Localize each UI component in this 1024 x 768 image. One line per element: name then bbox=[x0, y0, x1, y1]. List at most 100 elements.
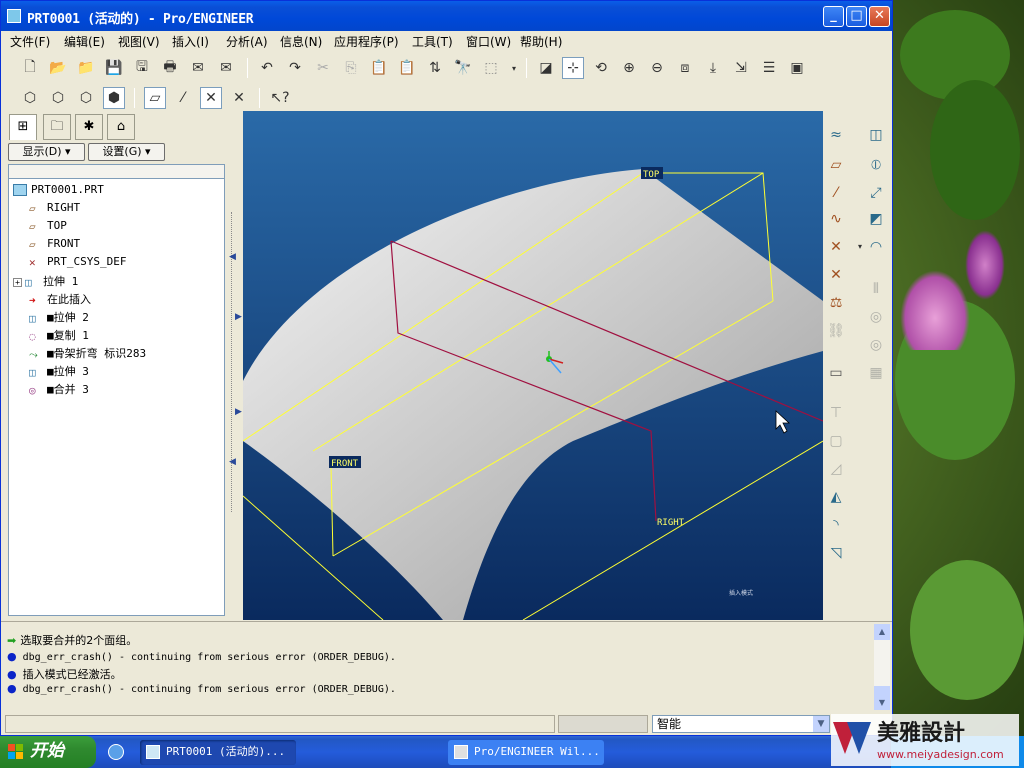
pattern-tool-icon[interactable]: ▦ bbox=[865, 362, 887, 384]
tab-model-tree[interactable]: ⊞ bbox=[9, 114, 37, 140]
tab-favorites[interactable]: ✱ bbox=[75, 114, 103, 140]
zoom-out-icon[interactable]: ⊖ bbox=[646, 57, 668, 79]
menu-analysis[interactable]: 分析(A) bbox=[226, 33, 268, 50]
coordinate-systems-toggle-icon[interactable]: ✕ bbox=[228, 87, 250, 109]
open-file-icon[interactable]: 📂 bbox=[47, 57, 69, 79]
datum-curve-tool-icon[interactable]: ∿ bbox=[825, 208, 847, 230]
datum-axes-toggle-icon[interactable]: ⁄ bbox=[172, 87, 194, 109]
print-icon[interactable]: 🖶 bbox=[159, 57, 181, 79]
cut-icon[interactable]: ✂ bbox=[312, 57, 334, 79]
model-canvas[interactable]: TOP FRONT RIGHT 插入模式 bbox=[243, 111, 823, 620]
datum-label-top[interactable]: TOP bbox=[643, 170, 660, 180]
zoom-in-icon[interactable]: ⊕ bbox=[618, 57, 640, 79]
new-file-icon[interactable]: 🗋 bbox=[19, 57, 41, 79]
round-tool-icon[interactable]: ◝ bbox=[825, 514, 847, 536]
refit-icon[interactable]: ⧈ bbox=[674, 57, 696, 79]
shading-icon[interactable]: ⬢ bbox=[103, 87, 125, 109]
chevron-down-icon[interactable]: ▾ bbox=[503, 57, 525, 79]
shell-tool-icon[interactable]: ▢ bbox=[825, 430, 847, 452]
message-scrollbar[interactable]: ▲ ▼ bbox=[874, 624, 890, 710]
orient-mode-icon[interactable]: ⟲ bbox=[590, 57, 612, 79]
menu-file[interactable]: 文件(F) bbox=[10, 33, 50, 50]
sketch-tool-icon[interactable]: ≈ bbox=[825, 124, 847, 146]
tree-item[interactable]: ⤳ ■骨架折弯 标识283 bbox=[29, 345, 146, 363]
paste-icon[interactable]: 📋 bbox=[368, 57, 390, 79]
scroll-down-icon[interactable]: ▼ bbox=[874, 696, 890, 710]
tree-item[interactable]: ◫ ■拉伸 2 bbox=[29, 309, 89, 327]
tree-item[interactable]: ◎ ■合并 3 bbox=[29, 381, 89, 399]
chevron-down-icon[interactable]: ▼ bbox=[813, 716, 829, 732]
save-icon[interactable]: 💾 bbox=[103, 57, 125, 79]
regenerate-icon[interactable]: ⇅ bbox=[424, 57, 446, 79]
datum-plane-tool-icon[interactable]: ▱ bbox=[825, 154, 847, 176]
paste-special-icon[interactable]: 📋 bbox=[396, 57, 418, 79]
layers-icon[interactable]: ☰ bbox=[758, 57, 780, 79]
tree-item[interactable]: ▱ TOP bbox=[29, 219, 67, 237]
wireframe-icon[interactable]: ⬡ bbox=[19, 87, 41, 109]
expand-arrow-icon[interactable]: ▶ bbox=[235, 407, 242, 417]
style-tool-icon[interactable]: ◠ bbox=[865, 236, 887, 258]
datum-label-front[interactable]: FRONT bbox=[331, 459, 359, 469]
saved-views-icon[interactable]: ⇲ bbox=[730, 57, 752, 79]
trim-tool-icon[interactable]: ◎ bbox=[865, 334, 887, 356]
menu-help[interactable]: 帮助(H) bbox=[520, 33, 562, 50]
send-link-icon[interactable]: ✉ bbox=[215, 57, 237, 79]
link-icon[interactable]: ⛓ bbox=[825, 320, 847, 342]
close-button[interactable]: ✕ bbox=[869, 6, 890, 27]
tree-item[interactable]: + ◫ 拉伸 1 bbox=[13, 273, 78, 291]
datum-axis-tool-icon[interactable]: ⁄ bbox=[825, 182, 847, 204]
menu-applications[interactable]: 应用程序(P) bbox=[334, 33, 399, 50]
show-dropdown-button[interactable]: 显示(D) ▾ bbox=[8, 143, 85, 161]
mirror-tool-icon[interactable]: ⫴ bbox=[865, 278, 887, 300]
menu-insert[interactable]: 插入(I) bbox=[172, 33, 209, 50]
tree-item[interactable]: ▱ FRONT bbox=[29, 237, 80, 255]
tree-item[interactable]: ◌ ■复制 1 bbox=[29, 327, 89, 345]
repaint-icon[interactable]: ◪ bbox=[535, 57, 557, 79]
no-hidden-icon[interactable]: ⬡ bbox=[75, 87, 97, 109]
title-bar[interactable]: PRT0001 (活动的) - Pro/ENGINEER _ □ ✕ bbox=[1, 1, 892, 31]
tree-item[interactable]: ▱ RIGHT bbox=[29, 201, 80, 219]
taskbar-button-active[interactable]: PRT0001 (活动的)... bbox=[140, 740, 296, 765]
menu-edit[interactable]: 编辑(E) bbox=[64, 33, 105, 50]
panel-splitter[interactable]: ◀ ▶ ▶ ◀ bbox=[229, 112, 243, 620]
copy-icon[interactable]: ⎘ bbox=[340, 57, 362, 79]
extrude-tool-icon[interactable]: ◫ bbox=[865, 124, 887, 146]
tree-item[interactable]: ◫ ■拉伸 3 bbox=[29, 363, 89, 381]
quick-launch-icon[interactable] bbox=[108, 744, 124, 760]
find-icon[interactable]: 🔭 bbox=[452, 57, 474, 79]
context-help-icon[interactable]: ↖? bbox=[269, 87, 291, 109]
open-session-icon[interactable]: 📁 bbox=[75, 57, 97, 79]
view-manager-icon[interactable]: ▣ bbox=[786, 57, 808, 79]
tab-folder-browser[interactable]: 🗀 bbox=[43, 114, 71, 140]
boundary-blend-icon[interactable]: ◩ bbox=[865, 208, 887, 230]
hidden-line-icon[interactable]: ⬡ bbox=[47, 87, 69, 109]
csys-tool-icon[interactable]: ✕ bbox=[825, 264, 847, 286]
collapse-arrow-icon[interactable]: ◀ bbox=[229, 457, 236, 467]
tree-item[interactable]: ➜ 在此插入 bbox=[29, 291, 91, 309]
settings-dropdown-button[interactable]: 设置(G) ▾ bbox=[88, 143, 165, 161]
selection-box-icon[interactable]: ⬚ bbox=[480, 57, 502, 79]
redo-icon[interactable]: ↷ bbox=[284, 57, 306, 79]
expand-arrow-icon[interactable]: ▶ bbox=[235, 312, 242, 322]
taskbar-button[interactable]: Pro/ENGINEER Wil... bbox=[448, 740, 604, 765]
save-copy-icon[interactable]: 🖫 bbox=[131, 57, 153, 79]
start-button[interactable]: 开始 bbox=[0, 736, 96, 768]
expand-toggle[interactable]: + bbox=[13, 278, 22, 287]
merge-tool-icon[interactable]: ◎ bbox=[865, 306, 887, 328]
menu-tools[interactable]: 工具(T) bbox=[412, 33, 453, 50]
reorient-icon[interactable]: ⤓ bbox=[702, 57, 724, 79]
hole-tool-icon[interactable]: ⊤ bbox=[825, 402, 847, 424]
scroll-thumb[interactable] bbox=[874, 686, 890, 696]
send-mail-icon[interactable]: ✉ bbox=[187, 57, 209, 79]
menu-window[interactable]: 窗口(W) bbox=[466, 33, 511, 50]
datum-points-toggle-icon[interactable]: ✕ bbox=[200, 87, 222, 109]
annotation-tool-icon[interactable]: ▭ bbox=[825, 362, 847, 384]
datum-label-right[interactable]: RIGHT bbox=[657, 518, 685, 528]
chamfer-tool-icon[interactable]: ◹ bbox=[825, 542, 847, 564]
sweep-tool-icon[interactable]: ⤢ bbox=[865, 182, 887, 204]
draft-tool-icon[interactable]: ◭ bbox=[825, 486, 847, 508]
tree-item[interactable]: ✕ PRT_CSYS_DEF bbox=[29, 255, 126, 273]
maximize-button[interactable]: □ bbox=[846, 6, 867, 27]
spin-center-icon[interactable]: ⊹ bbox=[562, 57, 584, 79]
undo-icon[interactable]: ↶ bbox=[256, 57, 278, 79]
